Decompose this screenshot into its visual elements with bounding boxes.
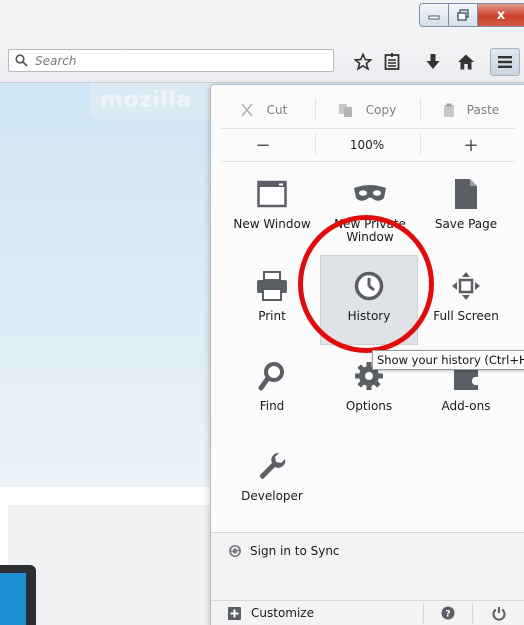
search-box[interactable] bbox=[8, 49, 334, 72]
history-tooltip: Show your history (Ctrl+H) bbox=[372, 350, 524, 370]
find-button[interactable]: Find bbox=[220, 348, 324, 434]
page-icon bbox=[455, 179, 477, 209]
help-button[interactable]: ? bbox=[424, 601, 472, 625]
zoom-grid-divider bbox=[221, 161, 515, 162]
zoom-reset-button[interactable]: 100% bbox=[315, 131, 419, 159]
copy-label: Copy bbox=[365, 103, 397, 117]
cut-button[interactable]: Cut bbox=[211, 93, 315, 127]
power-icon bbox=[492, 606, 505, 621]
search-input[interactable] bbox=[33, 52, 327, 69]
developer-label: Developer bbox=[241, 489, 303, 503]
bookmark-star-button[interactable] bbox=[352, 51, 374, 73]
minimize-button[interactable] bbox=[420, 4, 449, 26]
help-icon: ? bbox=[441, 606, 455, 620]
options-label: Options bbox=[345, 399, 393, 413]
open-menu-button[interactable] bbox=[490, 48, 520, 76]
new-window-label: New Window bbox=[233, 217, 311, 231]
download-arrow-icon bbox=[426, 54, 440, 69]
lower-content-panel bbox=[8, 505, 228, 625]
device-screen bbox=[0, 573, 26, 625]
save-page-button[interactable]: Save Page bbox=[414, 166, 518, 252]
footer-spacer bbox=[211, 568, 524, 600]
new-window-button[interactable]: New Window bbox=[220, 166, 324, 252]
sync-icon bbox=[229, 545, 241, 557]
edit-separator-2 bbox=[420, 99, 421, 121]
printer-icon bbox=[257, 271, 287, 301]
home-button[interactable] bbox=[455, 51, 477, 73]
sync-label: Sign in to Sync bbox=[250, 544, 340, 558]
edit-separator-1 bbox=[315, 99, 316, 121]
title-bar: x bbox=[0, 0, 524, 42]
customize-row: Customize ? bbox=[211, 600, 524, 625]
sync-row[interactable]: Sign in to Sync bbox=[211, 532, 524, 569]
paste-label: Paste bbox=[466, 103, 500, 117]
close-label: x bbox=[496, 7, 506, 23]
copy-button[interactable]: Copy bbox=[315, 93, 419, 127]
hamburger-icon bbox=[498, 56, 512, 68]
zoom-controls: − 100% + bbox=[211, 131, 524, 159]
zoom-separator-1 bbox=[315, 134, 316, 156]
home-icon bbox=[458, 54, 474, 70]
find-label: Find bbox=[259, 399, 285, 413]
restore-icon bbox=[457, 9, 469, 21]
cut-label: Cut bbox=[266, 103, 288, 117]
customize-label: Customize bbox=[251, 606, 314, 620]
full-screen-label: Full Screen bbox=[433, 309, 499, 323]
plus-box-icon bbox=[228, 606, 241, 620]
zoom-separator-2 bbox=[420, 134, 421, 156]
copy-icon bbox=[338, 104, 352, 117]
maximize-button[interactable] bbox=[449, 4, 478, 26]
close-button[interactable]: x bbox=[478, 4, 524, 26]
addons-label: Add-ons bbox=[441, 399, 491, 413]
svg-text:?: ? bbox=[445, 610, 450, 620]
save-page-label: Save Page bbox=[434, 217, 498, 231]
red-highlight-circle bbox=[298, 215, 434, 353]
mozilla-logo: mozilla bbox=[100, 88, 192, 113]
customize-button[interactable]: Customize bbox=[211, 601, 423, 625]
mask-icon bbox=[354, 185, 386, 201]
developer-button[interactable]: Developer bbox=[220, 438, 324, 524]
bookmarks-menu-button[interactable] bbox=[381, 51, 403, 73]
window-icon bbox=[257, 180, 287, 208]
zoom-out-button[interactable]: − bbox=[211, 131, 315, 159]
minimize-icon bbox=[428, 15, 440, 20]
zoom-in-button[interactable]: + bbox=[419, 131, 523, 159]
quit-button[interactable] bbox=[473, 601, 524, 625]
edit-zoom-divider bbox=[221, 128, 515, 129]
clipboard-icon bbox=[443, 103, 454, 117]
edit-controls: Cut Copy Paste bbox=[211, 93, 524, 127]
magnifier-icon bbox=[258, 362, 284, 391]
star-icon bbox=[354, 53, 372, 71]
downloads-button[interactable] bbox=[422, 51, 444, 73]
scissors-icon bbox=[241, 103, 253, 117]
search-icon bbox=[15, 54, 28, 67]
window-controls: x bbox=[419, 3, 524, 27]
paste-button[interactable]: Paste bbox=[419, 93, 523, 127]
nav-toolbar bbox=[0, 42, 524, 83]
fullscreen-icon bbox=[452, 272, 480, 300]
bookmarks-list-icon bbox=[384, 53, 400, 70]
wrench-icon bbox=[260, 452, 286, 479]
